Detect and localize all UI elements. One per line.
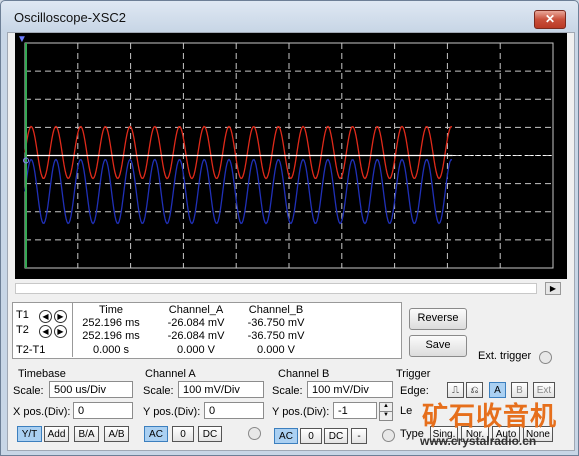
channel-a-title: Channel A (145, 368, 196, 380)
mode-yt-button[interactable]: Y/T (17, 426, 42, 442)
row-label-t1: T1 (16, 309, 29, 321)
ext-trigger-label: Ext. trigger (478, 350, 532, 362)
trigger-title: Trigger (396, 368, 431, 380)
t1-channel-a: -26.084 mV (167, 317, 225, 329)
window-title: Oscilloscope-XSC2 (14, 10, 126, 25)
channel-a-scale-input[interactable]: 100 mV/Div (178, 381, 264, 398)
channel-a-zero-button[interactable]: 0 (172, 426, 194, 442)
t2-left-arrow-icon[interactable]: ◀ (39, 325, 52, 338)
timebase-title: Timebase (18, 368, 66, 380)
mode-ba-button[interactable]: B/A (74, 426, 99, 442)
channel-b-ac-button[interactable]: AC (274, 428, 298, 444)
scope-display[interactable]: ▼ (15, 33, 567, 279)
dt-channel-b: 0.000 V (257, 344, 295, 356)
scrollbar-thumb[interactable] (15, 283, 537, 294)
reverse-button[interactable]: Reverse (409, 308, 467, 330)
timebase-scale-input[interactable]: 500 us/Div (49, 381, 133, 398)
row-label-t2: T2 (16, 324, 29, 336)
t1-channel-b: -36.750 mV (247, 317, 305, 329)
channel-a-ac-button[interactable]: AC (144, 426, 168, 442)
t2-time: 252.196 ms (82, 330, 140, 342)
t2-channel-b: -36.750 mV (247, 330, 305, 342)
title-bar[interactable]: Oscilloscope-XSC2 ✕ (1, 1, 578, 31)
channel-b-title: Channel B (278, 368, 330, 380)
watermark-text: 矿石收音机 (422, 401, 558, 431)
t1-time: 252.196 ms (82, 317, 140, 329)
channel-b-radio[interactable] (382, 429, 395, 442)
header-time: Time (98, 304, 124, 316)
t2-right-arrow-icon[interactable]: ▶ (54, 325, 67, 338)
channel-b-ypos-input[interactable]: -1 (333, 402, 377, 419)
ypos-spin-down-icon[interactable]: ▼ (379, 411, 393, 421)
timebase-xpos-input[interactable]: 0 (73, 402, 133, 419)
channel-a-trace (24, 125, 453, 180)
mode-add-button[interactable]: Add (44, 426, 69, 442)
scope-screen (23, 42, 554, 269)
timebase-xpos-label: X pos.(Div): (13, 406, 71, 418)
channel-a-dc-button[interactable]: DC (198, 426, 222, 442)
channel-b-dc-button[interactable]: DC (324, 428, 348, 444)
horizontal-scrollbar[interactable]: ▶ (15, 282, 567, 295)
header-channel-a: Channel_A (168, 304, 224, 316)
readout-divider (72, 302, 73, 357)
mode-ab-button[interactable]: A/B (104, 426, 129, 442)
watermark-url: www.crystalradio.cn (420, 434, 537, 448)
channel-b-ypos-label: Y pos.(Div): (272, 406, 330, 418)
channel-a-radio[interactable] (248, 427, 261, 440)
scroll-right-icon[interactable]: ▶ (545, 282, 561, 295)
row-label-t2-t1: T2-T1 (16, 344, 46, 356)
close-button[interactable]: ✕ (534, 10, 566, 29)
channel-a-scale-label: Scale: (143, 385, 174, 397)
t1-cursor-marker-icon[interactable]: ▼ (17, 34, 27, 45)
channel-b-scale-label: Scale: (272, 385, 303, 397)
channel-b-scale-input[interactable]: 100 mV/Div (307, 381, 393, 398)
oscilloscope-window: Oscilloscope-XSC2 ✕ ▼ ▶ T1 ◀ ▶ T2 ◀ ▶ T2… (0, 0, 579, 456)
dt-time: 0.000 s (92, 344, 130, 356)
close-icon: ✕ (544, 12, 556, 26)
timebase-scale-label: Scale: (13, 385, 44, 397)
ext-trigger-radio[interactable] (539, 351, 552, 364)
channel-b-minus-button[interactable]: - (351, 428, 367, 444)
channel-a-ypos-input[interactable]: 0 (204, 402, 264, 419)
dt-channel-a: 0.000 V (177, 344, 215, 356)
trigger-level-label: Le (400, 405, 413, 417)
channel-a-ypos-label: Y pos.(Div): (143, 406, 201, 418)
header-channel-b: Channel_B (248, 304, 304, 316)
client-area: ▼ ▶ T1 ◀ ▶ T2 ◀ ▶ T2-T1 Time 252.196 ms … (7, 32, 575, 451)
t1-left-arrow-icon[interactable]: ◀ (39, 310, 52, 323)
channel-b-zero-button[interactable]: 0 (300, 428, 322, 444)
t1-right-arrow-icon[interactable]: ▶ (54, 310, 67, 323)
t2-channel-a: -26.084 mV (167, 330, 225, 342)
save-button[interactable]: Save (409, 335, 467, 357)
